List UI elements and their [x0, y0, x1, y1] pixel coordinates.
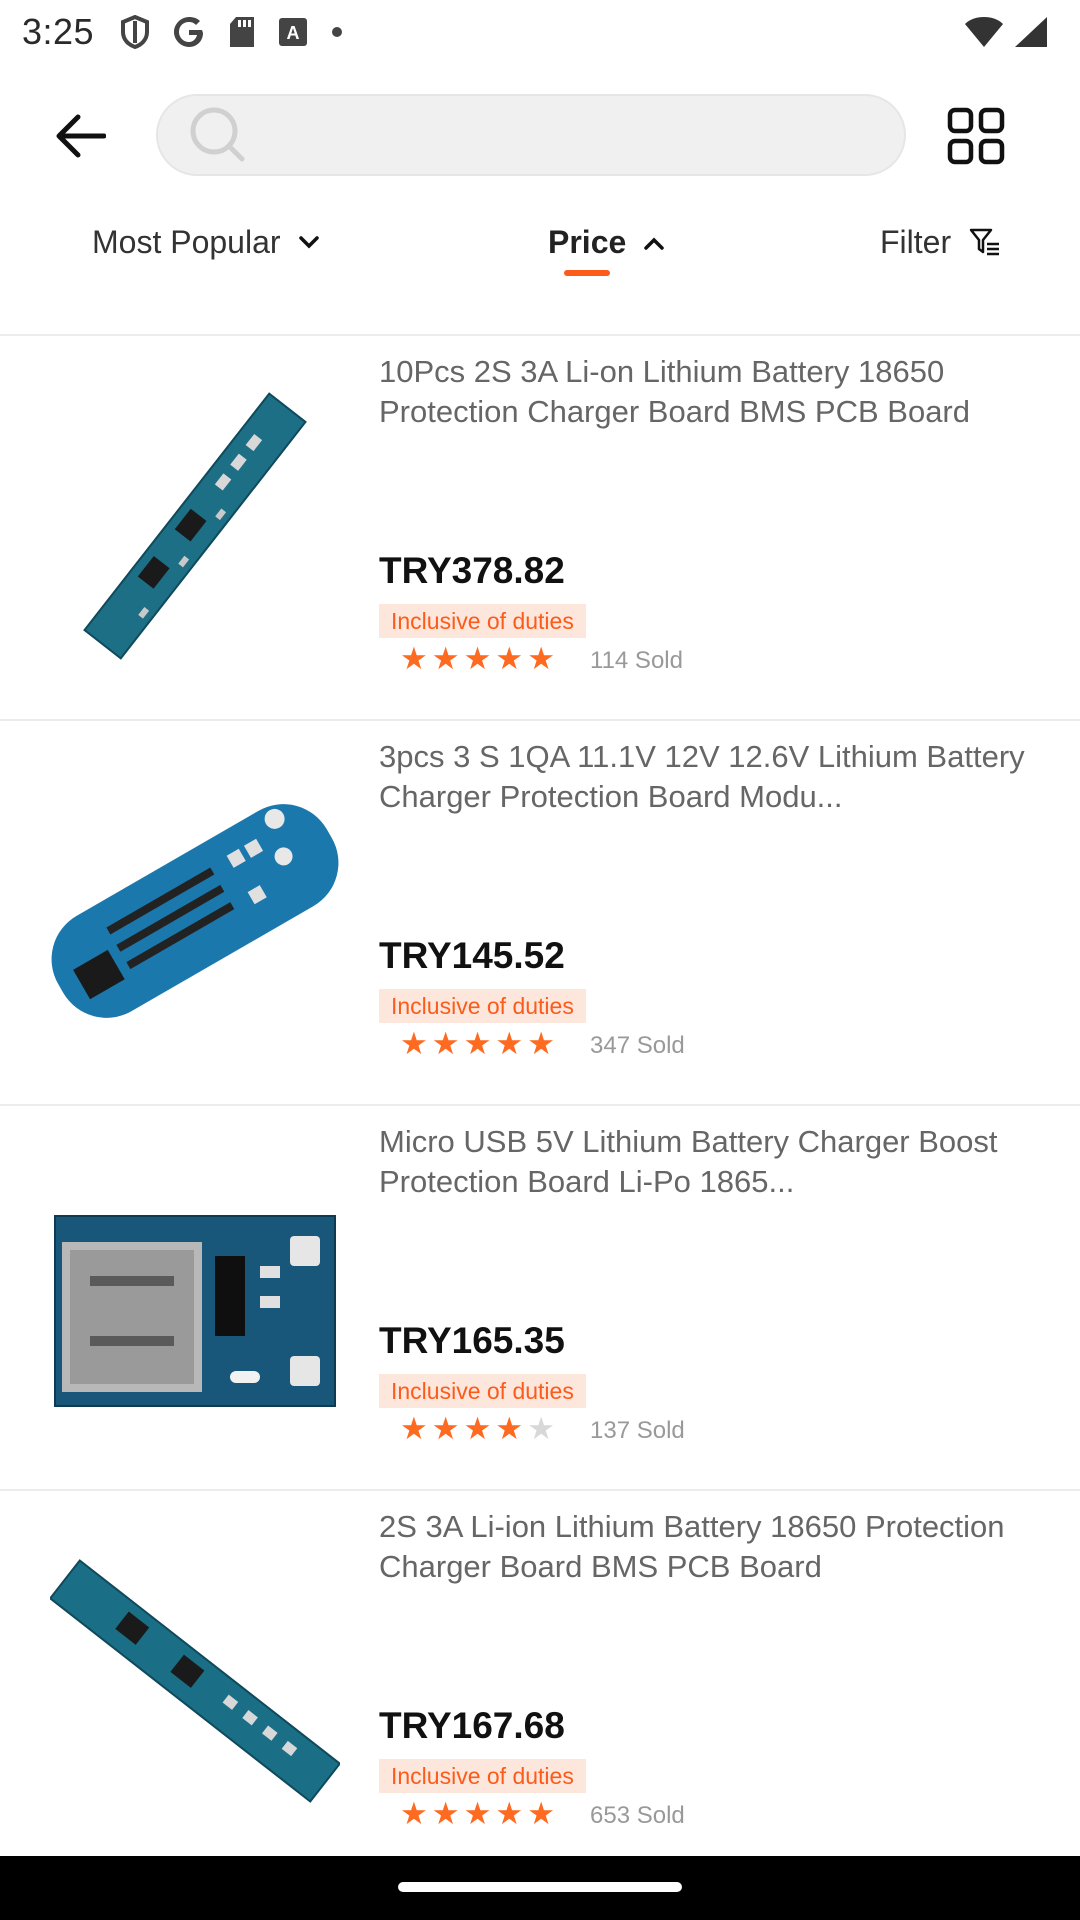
wifi-icon [965, 17, 1003, 47]
star-filled-icon: ★ [400, 1796, 428, 1831]
product-image [54, 1215, 336, 1407]
product-price: TRY145.52 [379, 935, 565, 976]
product-image [51, 804, 339, 1018]
arrow-left-icon [56, 114, 106, 158]
filter-label: Filter [880, 224, 952, 260]
duties-badge: Inclusive of duties [379, 1759, 586, 1793]
star-filled-icon: ★ [495, 1026, 524, 1061]
star-filled-icon: ★ [527, 1026, 555, 1061]
product-image [83, 392, 307, 660]
star-filled-icon: ★ [463, 641, 492, 676]
search-icon [190, 107, 245, 162]
star-filled-icon: ★ [431, 1026, 460, 1061]
star-filled-icon: ★ [431, 1796, 460, 1831]
duties-badge: Inclusive of duties [379, 1374, 586, 1408]
star-filled-icon: ★ [495, 1411, 524, 1446]
filter-button[interactable]: Filter [880, 224, 1001, 261]
shield-icon [121, 15, 150, 49]
product-item[interactable]: 10Pcs 2S 3A Li-on Lithium Battery 18650 … [0, 334, 1080, 719]
text-icon: A [279, 18, 308, 46]
star-filled-icon: ★ [527, 641, 555, 676]
grid-view-icon [947, 107, 1005, 165]
product-price: TRY167.68 [379, 1705, 565, 1746]
sold-count: 347 Sold [590, 1032, 685, 1059]
product-title: 10Pcs 2S 3A Li-on Lithium Battery 18650 … [379, 354, 970, 429]
product-title: Micro USB 5V Lithium Battery Charger Boo… [379, 1124, 998, 1199]
rating-stars: ★ ★ ★ ★ ★ [400, 1027, 555, 1061]
home-gesture-handle[interactable] [398, 1882, 682, 1892]
navigation-bar [0, 1856, 1080, 1920]
product-price: TRY378.82 [379, 550, 565, 591]
status-bar: 3:25 A [0, 0, 1080, 64]
search-input[interactable] [266, 116, 866, 154]
sold-count: 114 Sold [590, 647, 683, 674]
star-filled-icon: ★ [463, 1026, 492, 1061]
screen: 3:25 A Most Popular Price Filter 10Pcs 2… [0, 0, 1080, 1920]
sort-most-popular[interactable]: Most Popular [92, 224, 319, 261]
status-right-icons [964, 16, 1048, 48]
product-title: 3pcs 3 S 1QA 11.1V 12V 12.6V Lithium Bat… [379, 739, 1025, 814]
star-filled-icon: ★ [495, 1796, 524, 1831]
google-icon [174, 17, 204, 47]
product-item[interactable]: 3pcs 3 S 1QA 11.1V 12V 12.6V Lithium Bat… [0, 719, 1080, 1104]
product-image [50, 1559, 340, 1803]
star-filled-icon: ★ [431, 1411, 460, 1446]
product-list: 10Pcs 2S 3A Li-on Lithium Battery 18650 … [0, 334, 1080, 1874]
star-filled-icon: ★ [527, 1796, 555, 1831]
top-bar [0, 80, 1080, 190]
product-price: TRY165.35 [379, 1320, 565, 1361]
signal-icon [1015, 17, 1047, 47]
star-filled-icon: ★ [495, 641, 524, 676]
sd-card-icon [230, 17, 255, 47]
svg-text:A: A [287, 23, 300, 43]
filter-icon [969, 228, 1000, 255]
star-filled-icon: ★ [431, 641, 460, 676]
chevron-down-icon [298, 235, 319, 248]
sold-count: 653 Sold [590, 1802, 685, 1829]
chevron-up-icon [644, 237, 665, 250]
product-item[interactable]: 2S 3A Li-ion Lithium Battery 18650 Prote… [0, 1489, 1080, 1874]
star-filled-icon: ★ [400, 641, 428, 676]
back-button[interactable] [40, 104, 120, 168]
sort-bar: Most Popular Price Filter [0, 210, 1080, 290]
rating-stars: ★ ★ ★ ★ ★ [400, 642, 555, 676]
duties-badge: Inclusive of duties [379, 989, 586, 1023]
rating-stars: ★ ★ ★ ★ ★ [400, 1797, 555, 1831]
duties-badge: Inclusive of duties [379, 604, 586, 638]
star-filled-icon: ★ [463, 1411, 492, 1446]
star-empty-icon: ★ [527, 1411, 555, 1446]
product-title: 2S 3A Li-ion Lithium Battery 18650 Prote… [379, 1509, 1005, 1584]
dot-icon [332, 27, 343, 37]
rating-stars: ★ ★ ★ ★ ★ [400, 1412, 555, 1446]
search-bar[interactable] [156, 94, 906, 176]
product-item[interactable]: Micro USB 5V Lithium Battery Charger Boo… [0, 1104, 1080, 1489]
status-time: 3:25 [22, 11, 95, 52]
status-icons: A [120, 15, 344, 49]
sort-price[interactable]: Price [548, 224, 665, 261]
active-sort-indicator [564, 270, 610, 276]
sort-most-popular-label: Most Popular [92, 224, 281, 260]
star-filled-icon: ★ [400, 1026, 428, 1061]
grid-view-button[interactable] [946, 106, 1006, 166]
star-filled-icon: ★ [463, 1796, 492, 1831]
star-filled-icon: ★ [400, 1411, 428, 1446]
sort-price-label: Price [548, 224, 627, 260]
sold-count: 137 Sold [590, 1417, 685, 1444]
